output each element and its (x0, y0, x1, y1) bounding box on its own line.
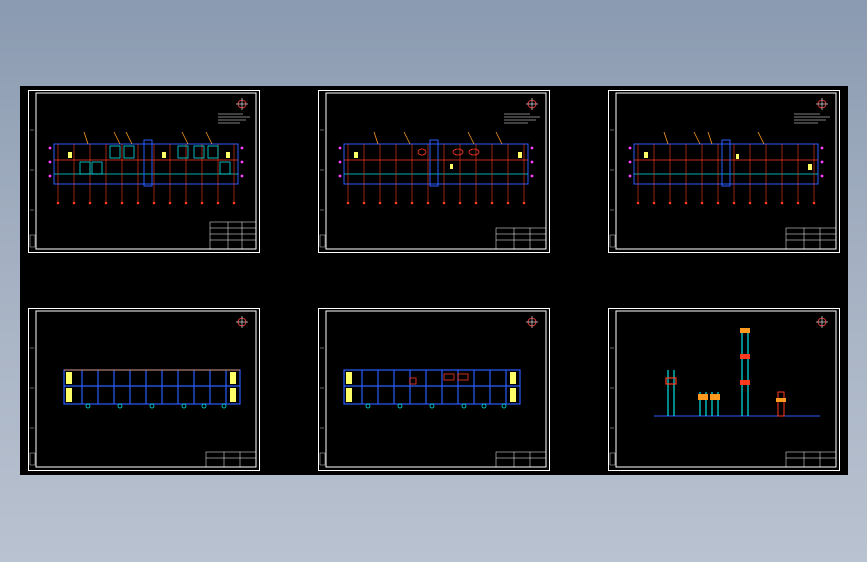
notes-block (794, 113, 830, 124)
left-revision-strip (609, 347, 616, 466)
pipe-markers (83, 131, 213, 145)
title-block (495, 227, 547, 250)
sheet-elev-1[interactable] (28, 308, 260, 471)
left-revision-strip (319, 129, 326, 248)
north-arrow-icon (816, 98, 828, 110)
plan-drawing (608, 90, 840, 253)
section-drawing (608, 308, 840, 471)
axis-tags (48, 146, 244, 178)
equipment-ovals (417, 148, 480, 156)
sheet-plan-2[interactable] (318, 90, 550, 253)
left-revision-strip (319, 347, 326, 466)
sheet-plan-1[interactable] (28, 90, 260, 253)
yellow-fixtures (68, 152, 230, 158)
elevation-drawing (28, 308, 260, 471)
title-block (495, 451, 547, 468)
base-fixtures (85, 403, 227, 409)
left-revision-strip (609, 129, 616, 248)
column-4-tall (740, 328, 750, 416)
frame-grid (63, 369, 241, 405)
column-2 (698, 392, 708, 416)
frame-grid (343, 369, 521, 405)
north-arrow-icon (526, 98, 538, 110)
stair-core (721, 139, 731, 187)
notes-block (218, 113, 250, 124)
pipe-markers (663, 131, 765, 145)
north-arrow-icon (816, 316, 828, 328)
equipment-boxes (409, 373, 469, 385)
drawing-canvas[interactable] (20, 86, 848, 475)
stair-core (429, 139, 439, 187)
north-arrow-icon (526, 316, 538, 328)
elevation-drawing (318, 308, 550, 471)
sheet-elev-3[interactable] (608, 308, 840, 471)
axis-tags (628, 146, 824, 178)
grid-lines (343, 143, 529, 205)
sheet-frame (28, 308, 260, 471)
column-1 (665, 370, 677, 416)
title-block (205, 451, 257, 468)
column-5 (776, 391, 786, 417)
title-block (785, 227, 837, 250)
grid-lines (633, 143, 819, 205)
north-arrow-icon (236, 98, 248, 110)
axis-tags (338, 146, 534, 178)
column-3 (710, 392, 720, 416)
title-block (785, 451, 837, 468)
left-revision-strip (29, 347, 36, 466)
north-arrow-icon (236, 316, 248, 328)
yellow-fixtures (644, 152, 812, 170)
title-block (209, 221, 257, 250)
stair-core (143, 139, 153, 187)
sheet-frame (608, 308, 840, 471)
left-revision-strip (29, 129, 36, 248)
plan-drawing (28, 90, 260, 253)
base-fixtures (365, 403, 507, 409)
sheet-plan-3[interactable] (608, 90, 840, 253)
notes-block (504, 113, 540, 124)
sheet-elev-2[interactable] (318, 308, 550, 471)
plan-drawing (318, 90, 550, 253)
